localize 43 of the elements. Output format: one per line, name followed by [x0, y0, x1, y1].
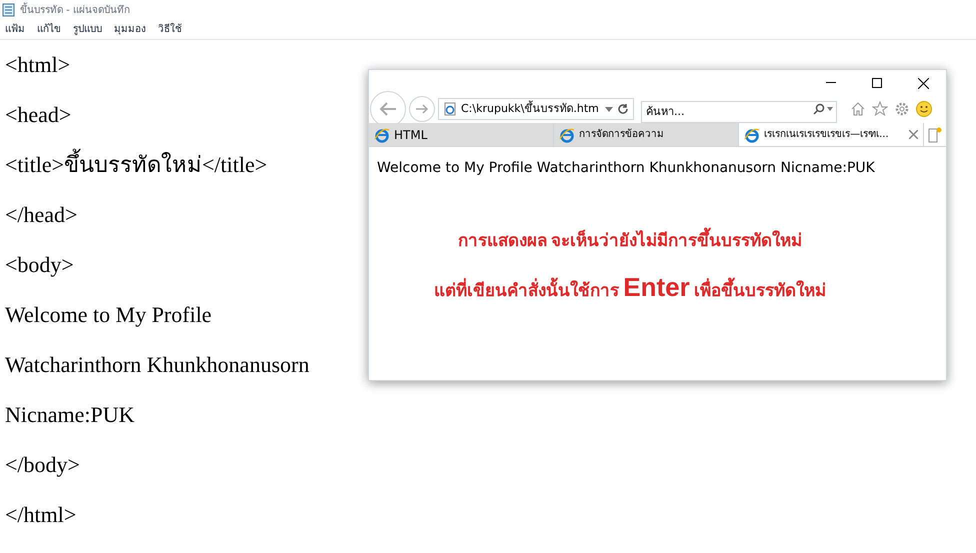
smiley-icon[interactable] [916, 101, 932, 117]
home-icon[interactable] [850, 101, 866, 117]
star-icon[interactable] [872, 101, 888, 117]
menu-item[interactable]: มุมมอง [114, 22, 146, 37]
maximize-icon [872, 78, 882, 88]
code-line: Welcome to My Profile [5, 301, 212, 329]
code-line: Watcharinthorn Khunkhonanusorn [5, 351, 310, 379]
annotation-text: การแสดงผล จะเห็นว่ายังไม่มีการขึ้นบรรทัดใหม่ [458, 228, 802, 254]
code-line: <body> [5, 251, 74, 279]
minimize-icon [826, 82, 836, 84]
code-line: <head> [5, 101, 72, 129]
close-icon [918, 78, 928, 88]
browser-logo-icon [744, 126, 760, 142]
search-field[interactable]: ค้นหา... [641, 100, 837, 122]
menu-item[interactable]: รูปแบบ [73, 22, 102, 37]
code-line: <html> [5, 51, 70, 79]
close-tab-icon[interactable] [909, 130, 918, 139]
browser-logo-icon [374, 126, 390, 142]
annotation-text: แต่ที่เขียนคำสั่งนั้นใช้การ Enter เพื่อขึ้นบรรทัดใหม่ [434, 270, 826, 304]
refresh-icon[interactable] [617, 103, 629, 115]
page-icon [443, 102, 457, 116]
page-text: Welcome to My Profile Watcharinthorn Khunkhonanusorn Nicname:PUK [377, 159, 876, 178]
forward-arrow-icon [415, 103, 429, 115]
address-bar[interactable]: C:\krupukk\ขึ้นบรรทัด.htm [438, 98, 634, 120]
address-text: C:\krupukk\ขึ้นบรรทัด.htm [461, 100, 600, 117]
code-line: </html> [5, 501, 76, 529]
settings-icon[interactable] [894, 101, 910, 117]
browser-tab[interactable]: เรเรกเนเรเรเรขเรขเร—เรฑเ... [739, 123, 924, 146]
menu-item[interactable]: วิธีใช้ [158, 22, 182, 37]
code-line: Nicname:PUK [5, 401, 135, 429]
code-line: </head> [5, 201, 78, 229]
forward-button[interactable] [409, 96, 435, 122]
browser-logo-icon [559, 126, 576, 142]
window-title: ขึ้นบรรทัด - แผ่นจดบันทึก [20, 2, 130, 18]
code-line: </body> [5, 451, 80, 479]
code-line: <title>ขึ้นบรรทัดใหม่</title> [5, 150, 268, 179]
menu-item[interactable]: แฟ้ม [5, 22, 25, 37]
dropdown-icon[interactable] [605, 106, 613, 112]
search-icon[interactable] [813, 103, 833, 115]
menu-item[interactable]: แก้ไข [37, 22, 61, 37]
back-arrow-icon [378, 101, 398, 117]
new-tab-button[interactable] [924, 123, 946, 146]
notepad-icon [2, 3, 16, 17]
